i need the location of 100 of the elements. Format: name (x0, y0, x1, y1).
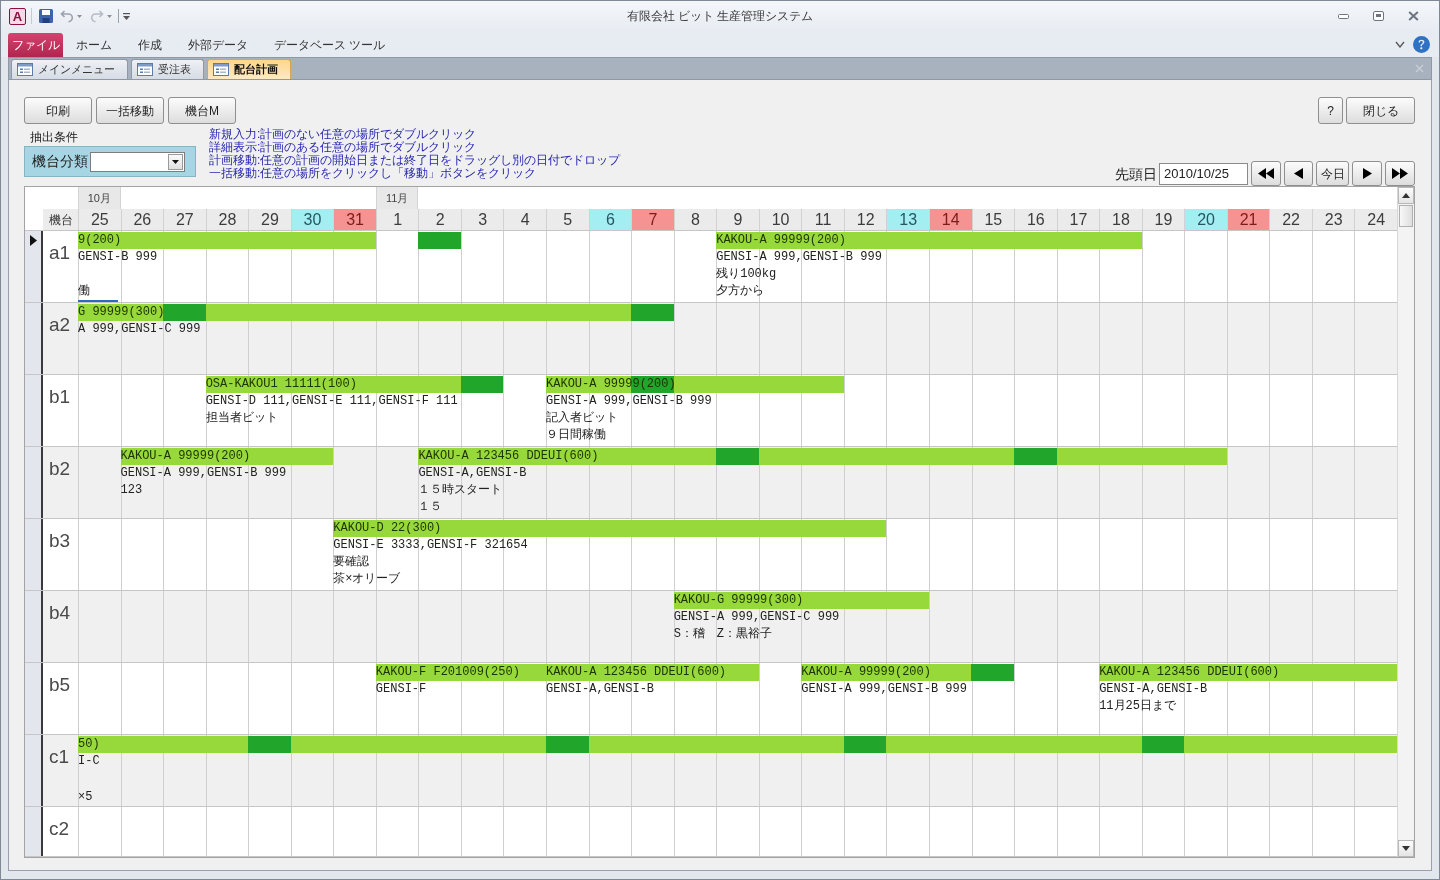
plan-note: GENSI-B 999 (78, 249, 158, 266)
first-page-button[interactable] (1251, 161, 1281, 186)
redo-icon (90, 9, 104, 23)
plan-note: GENSI-A,GENSI-B (546, 681, 655, 698)
machine-label: a2 (49, 314, 71, 335)
day-header: 23 (1311, 209, 1355, 230)
instruction-text: 計画移動:任意の計画の開始日または終了日をドラッグし別の日付でドロップ (209, 154, 621, 167)
caret-down-icon (172, 159, 179, 164)
toolbar-button[interactable]: 一括移動 (96, 97, 164, 124)
day-header: 17 (1056, 209, 1100, 230)
plan-note: GENSI-A 999,GENSI-B 999 (120, 465, 287, 482)
ribbon-tab[interactable]: データベース ツール (261, 33, 399, 57)
day-header: 18 (1099, 209, 1142, 230)
day-header: 2 (418, 209, 461, 230)
start-date-field[interactable]: 2010/10/25 (1159, 163, 1248, 185)
plan-note: GENSI-A 999,GENSI-B 999 (801, 681, 967, 698)
chevron-down-icon[interactable] (1395, 40, 1405, 48)
scroll-up-button[interactable] (1398, 187, 1414, 204)
scrollbar-thumb[interactable] (1399, 205, 1413, 227)
day-header: 16 (1014, 209, 1057, 230)
day-header: 10 (758, 209, 802, 230)
form-icon (137, 63, 153, 76)
machine-label: b2 (49, 458, 71, 479)
plan-note: S：稽 Z：黒裕子 (673, 626, 773, 643)
plan-bar[interactable]: KAKOU-D 22(300) (333, 520, 887, 537)
save-button[interactable] (37, 6, 55, 26)
dropdown-button[interactable] (168, 153, 183, 170)
row-selector[interactable] (25, 375, 43, 446)
day-header: 14 (928, 209, 972, 230)
plan-note: GENSI-F (375, 681, 427, 698)
plan-note: 茶×オリーブ (333, 571, 401, 588)
row-selector[interactable] (25, 303, 43, 374)
plan-bar[interactable]: G 99999(300) (78, 304, 674, 321)
row-selector[interactable] (25, 735, 43, 806)
document-tab[interactable]: メインメニュー (11, 59, 128, 79)
plan-bar[interactable]: KAKOU-A 123456 DDEUI(600) (418, 448, 1227, 465)
plan-bar[interactable]: KAKOU-A 99999(200) (120, 448, 334, 465)
row-selector[interactable] (25, 231, 43, 302)
toolbar-button[interactable]: 閉じる (1346, 97, 1415, 124)
day-header: 11 (801, 209, 844, 230)
plan-bar[interactable]: KAKOU-F F201009(250) (375, 664, 547, 681)
vertical-scrollbar[interactable] (1397, 187, 1414, 857)
plan-bar[interactable]: KAKOU-A 123456 DDEUI(600) (1099, 664, 1397, 681)
day-header: 13 (886, 209, 929, 230)
category-combo-box[interactable] (90, 151, 185, 172)
plan-note: GENSI-A 999,GENSI-B 999 (546, 393, 712, 410)
app-logo[interactable]: A (9, 7, 26, 25)
plan-bar[interactable]: KAKOU-A 99999(200) (801, 664, 1015, 681)
last-page-button[interactable] (1385, 161, 1415, 186)
file-tab[interactable]: ファイル (8, 33, 63, 57)
next-page-button[interactable] (1352, 161, 1382, 186)
plan-note: １５時スタート (418, 482, 503, 499)
window-title: 有限会社 ビット 生産管理システム (626, 8, 814, 25)
undo-icon (60, 9, 74, 23)
row-selector[interactable] (25, 519, 43, 590)
plan-bar[interactable]: KAKOU-A 123456 DDEUI(600) (546, 664, 759, 681)
day-header: 15 (971, 209, 1015, 230)
row-selector[interactable] (25, 447, 43, 518)
toolbar-button[interactable]: 機台M (168, 97, 236, 124)
customize-menu-icon (123, 12, 130, 20)
day-header: 28 (205, 209, 249, 230)
plan-note: GENSI-A 999,GENSI-C 999 (673, 609, 840, 626)
field-label: 先頭日 (1115, 165, 1157, 183)
row-selector[interactable] (25, 663, 43, 734)
plan-bar[interactable]: 9(200) (78, 232, 376, 249)
day-header: 24 (1354, 209, 1397, 230)
day-header: 21 (1226, 209, 1270, 230)
ribbon-tab[interactable]: 外部データ (175, 33, 261, 57)
row-selector[interactable] (25, 591, 43, 662)
document-tab[interactable]: 配台計画 (207, 59, 291, 79)
scroll-down-button[interactable] (1398, 840, 1414, 857)
plan-note: 記入者ビット (546, 410, 619, 427)
caret-up-icon (1402, 193, 1410, 198)
plan-note: GENSI-A 999,GENSI-B 999 (716, 249, 882, 266)
toolbar-button[interactable]: ? (1318, 97, 1343, 124)
machine-label: b5 (49, 674, 71, 695)
plan-note: １５ (418, 499, 443, 516)
plan-bar[interactable]: 50) (78, 736, 1397, 753)
form-icon (213, 63, 229, 76)
machine-label: b1 (49, 386, 71, 407)
help-icon[interactable] (1413, 35, 1430, 53)
today-button[interactable]: 今日 (1316, 161, 1349, 186)
toolbar-button[interactable]: 印刷 (24, 97, 92, 124)
plan-note: 残り100kg (716, 266, 777, 283)
instruction-text: 詳細表示:計画のある任意の場所でダブルクリック (209, 141, 477, 154)
machine-label: c2 (49, 818, 70, 839)
document-tab[interactable]: 受注表 (131, 59, 204, 79)
plan-bar[interactable]: OSA-KAKOU1 11111(100) (205, 376, 504, 393)
plan-bar[interactable]: KAKOU-G 99999(300) (673, 592, 929, 609)
restore-icon (1373, 11, 1384, 21)
ribbon-tab[interactable]: ホーム (63, 33, 125, 57)
plan-bar[interactable]: KAKOU-A 99999(200) (716, 232, 1142, 249)
plan-note: ９日間稼働 (546, 427, 607, 444)
ribbon-tab[interactable]: 作成 (125, 33, 175, 57)
row-selector[interactable] (25, 807, 43, 856)
month-header: 10月 (78, 187, 121, 209)
plan-note: A 999,GENSI-C 999 (78, 321, 201, 338)
previous-page-button[interactable] (1284, 161, 1313, 186)
form-icon (17, 63, 33, 76)
day-header: 29 (248, 209, 291, 230)
